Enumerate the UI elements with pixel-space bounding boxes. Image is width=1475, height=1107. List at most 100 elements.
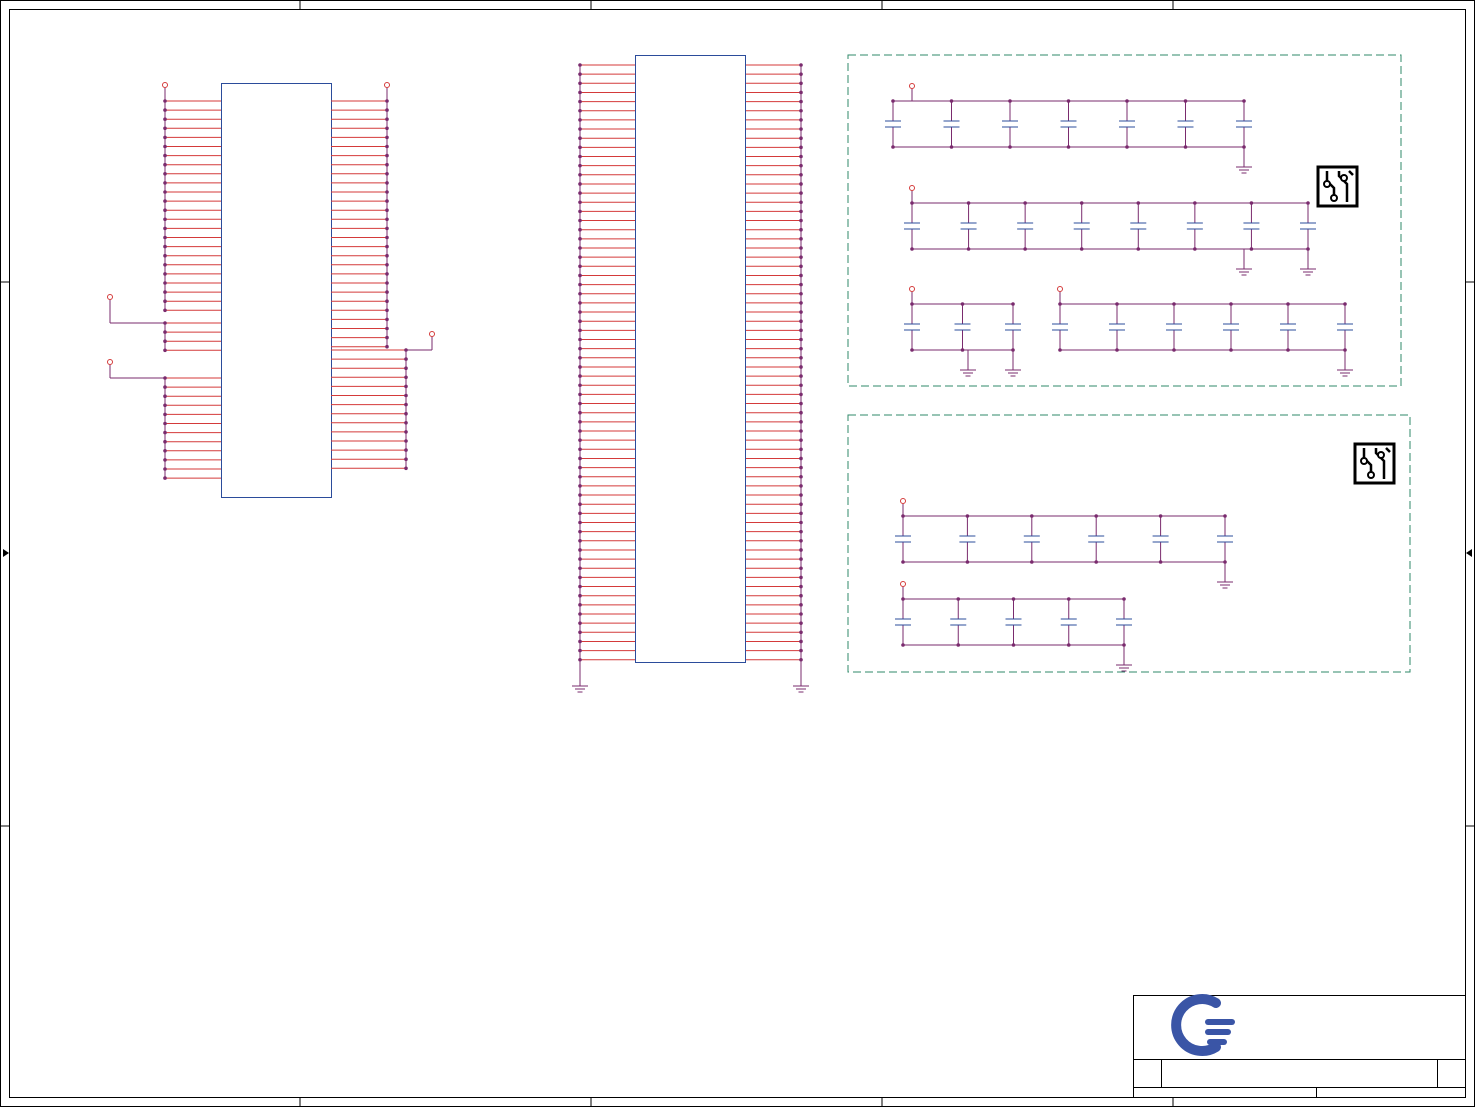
capacitor-icon: [895, 599, 911, 645]
junction: [1115, 348, 1119, 352]
junction: [1193, 201, 1197, 205]
junction: [1158, 514, 1163, 518]
power-port-icon: [107, 359, 113, 365]
ic-body: [221, 83, 332, 498]
junction: [1229, 302, 1233, 306]
ground-icon: [1116, 659, 1132, 672]
ground-icon: [960, 364, 976, 377]
junction: [1030, 514, 1034, 518]
capacitor-icon: [1023, 516, 1040, 562]
capacitor-icon: [1152, 516, 1169, 562]
junction: [1094, 560, 1098, 564]
power-port-icon: [909, 286, 915, 292]
capacitor-icon: [1130, 203, 1147, 249]
capacitor-icon: [959, 516, 976, 562]
capacitor-icon: [904, 203, 920, 249]
junction: [966, 201, 971, 205]
power-port-icon: [900, 498, 906, 504]
junction: [1030, 560, 1034, 564]
capacitor-row: [904, 286, 1021, 377]
junction: [1122, 597, 1126, 601]
junction: [965, 560, 970, 564]
capacitor-icon: [1243, 203, 1260, 249]
junction: [1242, 99, 1246, 103]
capacitor-icon: [1005, 304, 1021, 350]
decoupling-capacitors: [885, 83, 1353, 672]
junction: [1066, 99, 1071, 103]
power-port-icon: [909, 83, 915, 89]
capacitor-icon: [954, 304, 971, 350]
junction: [956, 597, 961, 601]
junction: [910, 348, 914, 352]
capacitor-icon: [904, 304, 920, 350]
junction: [1011, 597, 1016, 601]
junction: [1286, 348, 1290, 352]
capacitor-icon: [1002, 101, 1018, 147]
capacitor-icon: [1300, 203, 1316, 249]
junction: [1079, 247, 1084, 251]
capacitor-icon: [950, 599, 967, 645]
junction: [960, 302, 965, 306]
power-port-icon: [909, 185, 915, 191]
ground-icon: [793, 680, 809, 693]
junction: [1094, 514, 1098, 518]
capacitor-icon: [1166, 304, 1182, 350]
junction: [1172, 348, 1176, 352]
junction: [1125, 99, 1129, 103]
capacitor-row: [904, 185, 1316, 276]
junction: [901, 643, 905, 647]
power-port-icon: [429, 331, 435, 337]
capacitor-row: [895, 581, 1132, 672]
capacitor-icon: [1109, 304, 1125, 350]
capacitor-icon: [1177, 101, 1194, 147]
ground-icon: [1300, 263, 1316, 276]
decoupling-box-1: [847, 54, 1402, 387]
ground-icon: [1005, 364, 1021, 377]
capacitor-icon: [1236, 101, 1252, 147]
junction: [965, 514, 970, 518]
capacitor-icon: [1073, 203, 1090, 249]
junction: [1249, 247, 1254, 251]
capacitor-icon: [1088, 516, 1105, 562]
capacitor-icon: [960, 203, 977, 249]
power-port-icon: [900, 581, 906, 587]
junction: [891, 145, 895, 149]
capacitor-icon: [943, 101, 960, 147]
ground-icon: [1337, 364, 1353, 377]
junction: [1011, 643, 1016, 647]
junction: [1249, 201, 1254, 205]
junction: [949, 99, 954, 103]
capacitor-icon: [895, 516, 911, 562]
junction: [1066, 643, 1071, 647]
junction: [1023, 247, 1027, 251]
junction: [1058, 348, 1062, 352]
frame-arrow-right: [1466, 549, 1472, 557]
ic-symbol: [107, 82, 435, 498]
ground-icon: [572, 680, 588, 693]
junction: [1066, 145, 1071, 149]
capacitor-icon: [1052, 304, 1068, 350]
connector-body: [635, 55, 746, 663]
junction: [949, 145, 954, 149]
junction: [1008, 99, 1012, 103]
power-port-icon: [1057, 286, 1063, 292]
capacitor-icon: [1119, 101, 1135, 147]
schematic-sheet: [0, 0, 1475, 1107]
junction: [1066, 597, 1071, 601]
junction: [901, 560, 905, 564]
junction: [1011, 302, 1015, 306]
frame-arrow-left: [3, 549, 9, 557]
pcb-icon: [1353, 442, 1396, 485]
junction: [1183, 145, 1188, 149]
power-port-icon: [384, 82, 390, 88]
power-port-icon: [162, 82, 168, 88]
capacitor-icon: [1217, 516, 1233, 562]
capacitor-icon: [1060, 599, 1077, 645]
capacitor-row: [895, 498, 1233, 589]
connector-symbol: [572, 55, 809, 693]
junction: [1229, 348, 1233, 352]
capacitor-icon: [1060, 101, 1077, 147]
capacitor-icon: [1186, 203, 1203, 249]
capacitor-icon: [885, 101, 901, 147]
company-logo-icon: [1171, 994, 1235, 1056]
